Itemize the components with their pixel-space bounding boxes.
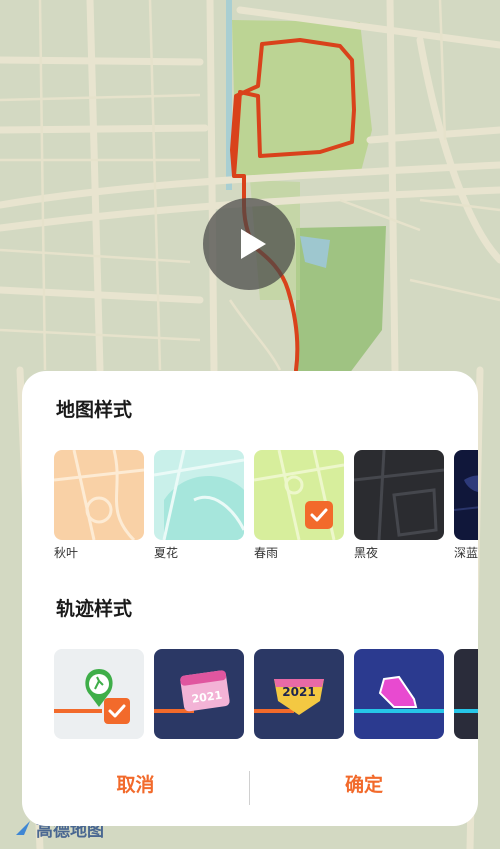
map-style-thumbnail [54,450,144,540]
play-button[interactable] [203,198,295,290]
map-style-deep-blue[interactable] [454,450,478,540]
map-style-thumbnail [354,450,444,540]
map-style-thumbnail [454,450,478,540]
map-style-label: 夏花 [154,546,179,560]
map-style-title: 地图样式 [56,399,133,421]
track-style-thumbnail [354,675,444,713]
amap-logo-icon [16,821,30,835]
selected-check [104,698,130,724]
checkmark-icon [108,704,126,718]
track-style-sneaker[interactable] [354,649,444,739]
track-style-title: 轨迹样式 [56,598,133,620]
track-style-ribbon[interactable]: 2021 [254,649,344,739]
track-style-runner[interactable] [54,649,144,739]
map-style-night[interactable] [354,450,444,540]
track-style-list[interactable]: 2021 2021 [54,649,478,739]
map-style-spring[interactable] [254,450,344,540]
map-style-label: 黑夜 [354,546,379,560]
track-style-thumbnail: 2021 [254,679,324,715]
map-style-label: 深蓝 [454,546,478,560]
track-style-thumbnail: 2021 [154,670,230,713]
map-style-thumbnail [154,450,244,540]
map-style-label: 秋叶 [54,546,79,560]
checkmark-icon [310,508,328,522]
badge-year-text: 2021 [282,685,315,699]
play-icon [241,229,266,259]
cancel-button[interactable]: 取消 [22,759,249,811]
track-style-thumbnail [454,709,478,713]
map-style-summer[interactable] [154,450,244,540]
track-style-thumbnail [54,669,113,713]
track-style-partial[interactable] [454,649,478,739]
selected-check [305,501,333,529]
map-style-autumn[interactable] [54,450,144,540]
confirm-button[interactable]: 确定 [250,759,478,811]
sneaker-icon [378,675,418,708]
map-style-label: 春雨 [254,546,279,560]
style-settings-sheet: 地图样式 秋叶 夏花 春雨 黑夜 深蓝 轨迹样式 2021 2021 取消 确定 [22,371,478,826]
map-style-list[interactable]: 秋叶 夏花 春雨 黑夜 深蓝 [54,450,478,560]
track-style-calendar[interactable]: 2021 [154,649,244,739]
